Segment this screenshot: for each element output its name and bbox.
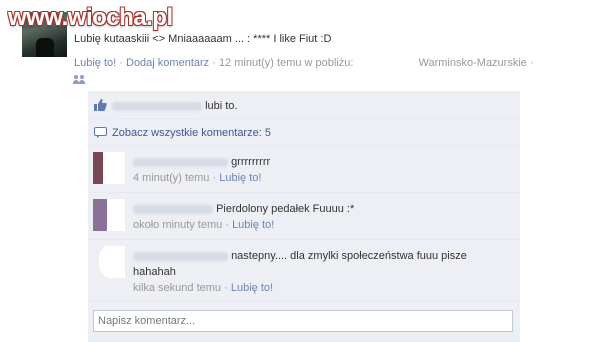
redacted-name	[112, 101, 202, 111]
view-all-link[interactable]: Zobacz wszystkie komentarze: 5	[112, 127, 271, 139]
comment-text: grrrrrrrrr	[231, 156, 271, 168]
likes-label: lubi to.	[205, 100, 238, 112]
view-all-comments[interactable]: Zobacz wszystkie komentarze: 5	[88, 119, 520, 146]
commenter-avatar[interactable]	[93, 246, 125, 278]
redacted-name	[133, 251, 228, 261]
comment-item: nastepny.... dla zmylki społeczeństwa fu…	[88, 240, 520, 302]
comment-time: około minuty temu	[133, 219, 223, 231]
comment-meta: kilka sekund temu · Lubię to!	[133, 280, 508, 296]
thumbs-up-icon	[94, 98, 107, 111]
avatar-figure	[36, 38, 54, 57]
add-comment-link[interactable]: Dodaj komentarz	[126, 57, 209, 69]
meta-separator: ·	[212, 57, 216, 69]
post-time: 12 minut(y) temu w pobliżu:	[218, 57, 354, 69]
comments-panel: lubi to. Zobacz wszystkie komentarze: 5 …	[88, 91, 520, 342]
comment-content: nastepny.... dla zmylki społeczeństwa fu…	[133, 248, 508, 280]
site-watermark: www.wiocha.pl	[8, 4, 173, 31]
redacted-name	[133, 204, 213, 214]
commenter-avatar[interactable]	[93, 199, 125, 231]
comment-text: Pierdolony pedałek Fuuuu :*	[216, 203, 355, 215]
comment-content: grrrrrrrrr	[133, 154, 508, 170]
meta-separator: ·	[225, 219, 229, 231]
comment-content: Pierdolony pedałek Fuuuu :*	[133, 201, 508, 217]
meta-separator: ·	[224, 282, 228, 294]
post-place[interactable]: Warminsko-Mazurskie	[419, 57, 527, 69]
likes-summary: lubi to.	[88, 91, 520, 119]
comment-time: kilka sekund temu	[133, 282, 222, 294]
post-meta: Lubię to! · Dodaj komentarz · 12 minut(y…	[73, 55, 544, 87]
meta-separator: ·	[119, 57, 123, 69]
comment-item: grrrrrrrrr 4 minut(y) temu · Lubię to!	[88, 146, 520, 193]
comment-input[interactable]	[93, 310, 513, 332]
comment-item: Pierdolony pedałek Fuuuu :* około minuty…	[88, 193, 520, 240]
comment-like-link[interactable]: Lubię to!	[219, 172, 261, 184]
meta-separator: ·	[212, 172, 217, 184]
likes-text: lubi to.	[112, 100, 237, 112]
commenter-avatar[interactable]	[93, 152, 125, 184]
comment-bubble-icon	[94, 127, 107, 138]
meta-separator: ·	[529, 57, 534, 69]
comment-meta: 4 minut(y) temu · Lubię to!	[133, 170, 508, 186]
comment-time: 4 minut(y) temu	[133, 172, 210, 184]
comment-composer	[88, 302, 520, 342]
comment-like-link[interactable]: Lubię to!	[231, 282, 273, 294]
people-icon	[73, 74, 85, 84]
comment-meta: około minuty temu · Lubię to!	[133, 217, 508, 233]
redacted-name	[133, 157, 228, 167]
comment-like-link[interactable]: Lubię to!	[232, 219, 274, 231]
status-text: Lubię kutaaskiii <> Mniaaaaaam ... : ***…	[74, 33, 332, 45]
post-like-link[interactable]: Lubię to!	[74, 57, 116, 69]
